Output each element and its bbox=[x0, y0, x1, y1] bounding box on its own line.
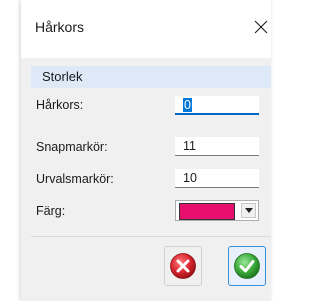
ok-check-icon bbox=[234, 253, 260, 279]
title-bar: Hårkors bbox=[21, 0, 271, 58]
group-title: Storlek bbox=[42, 69, 83, 84]
close-button[interactable] bbox=[243, 10, 279, 44]
field-label-snapmarkor: Snapmarkör: bbox=[36, 140, 108, 154]
snapmarkor-input[interactable] bbox=[175, 137, 259, 156]
divider bbox=[31, 236, 271, 237]
dialog-window: Hårkors Storlek Hårkors: 0 Snapmarkör: U… bbox=[21, 0, 271, 301]
group-header: Storlek bbox=[31, 66, 271, 88]
field-label-farg: Färg: bbox=[36, 204, 66, 218]
urvalsmarkor-input[interactable] bbox=[175, 169, 259, 188]
ok-button[interactable] bbox=[228, 246, 266, 286]
field-label-harkors: Hårkors: bbox=[36, 98, 84, 112]
close-icon bbox=[254, 20, 268, 34]
dialog-title: Hårkors bbox=[35, 19, 85, 35]
harkors-value: 0 bbox=[183, 97, 192, 112]
color-dropdown[interactable] bbox=[175, 200, 259, 221]
dropdown-arrow-button[interactable] bbox=[241, 203, 256, 218]
color-swatch bbox=[179, 203, 235, 220]
cancel-icon bbox=[170, 253, 196, 279]
field-label-urvalsmarkor: Urvalsmarkör: bbox=[36, 172, 114, 186]
harkors-input[interactable]: 0 bbox=[175, 96, 259, 115]
cancel-button[interactable] bbox=[164, 246, 202, 286]
dropdown-arrow-icon bbox=[244, 208, 253, 213]
